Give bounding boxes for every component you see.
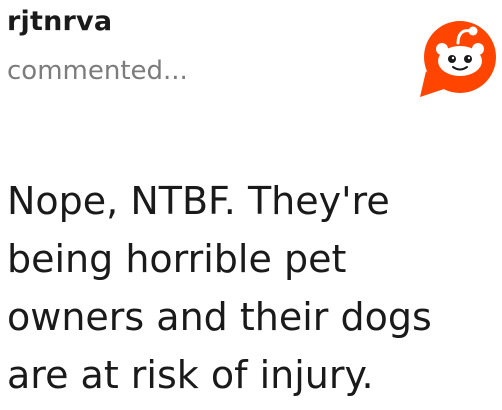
comment-card: rjtnrva commented... Nope, NTBF. They're… <box>0 0 502 410</box>
reddit-snoo-icon <box>420 21 496 97</box>
comment-author[interactable]: rjtnrva <box>7 2 112 42</box>
comment-action-text: commented... <box>7 56 188 86</box>
comment-body-text: Nope, NTBF. They're being horrible pet o… <box>7 179 432 397</box>
